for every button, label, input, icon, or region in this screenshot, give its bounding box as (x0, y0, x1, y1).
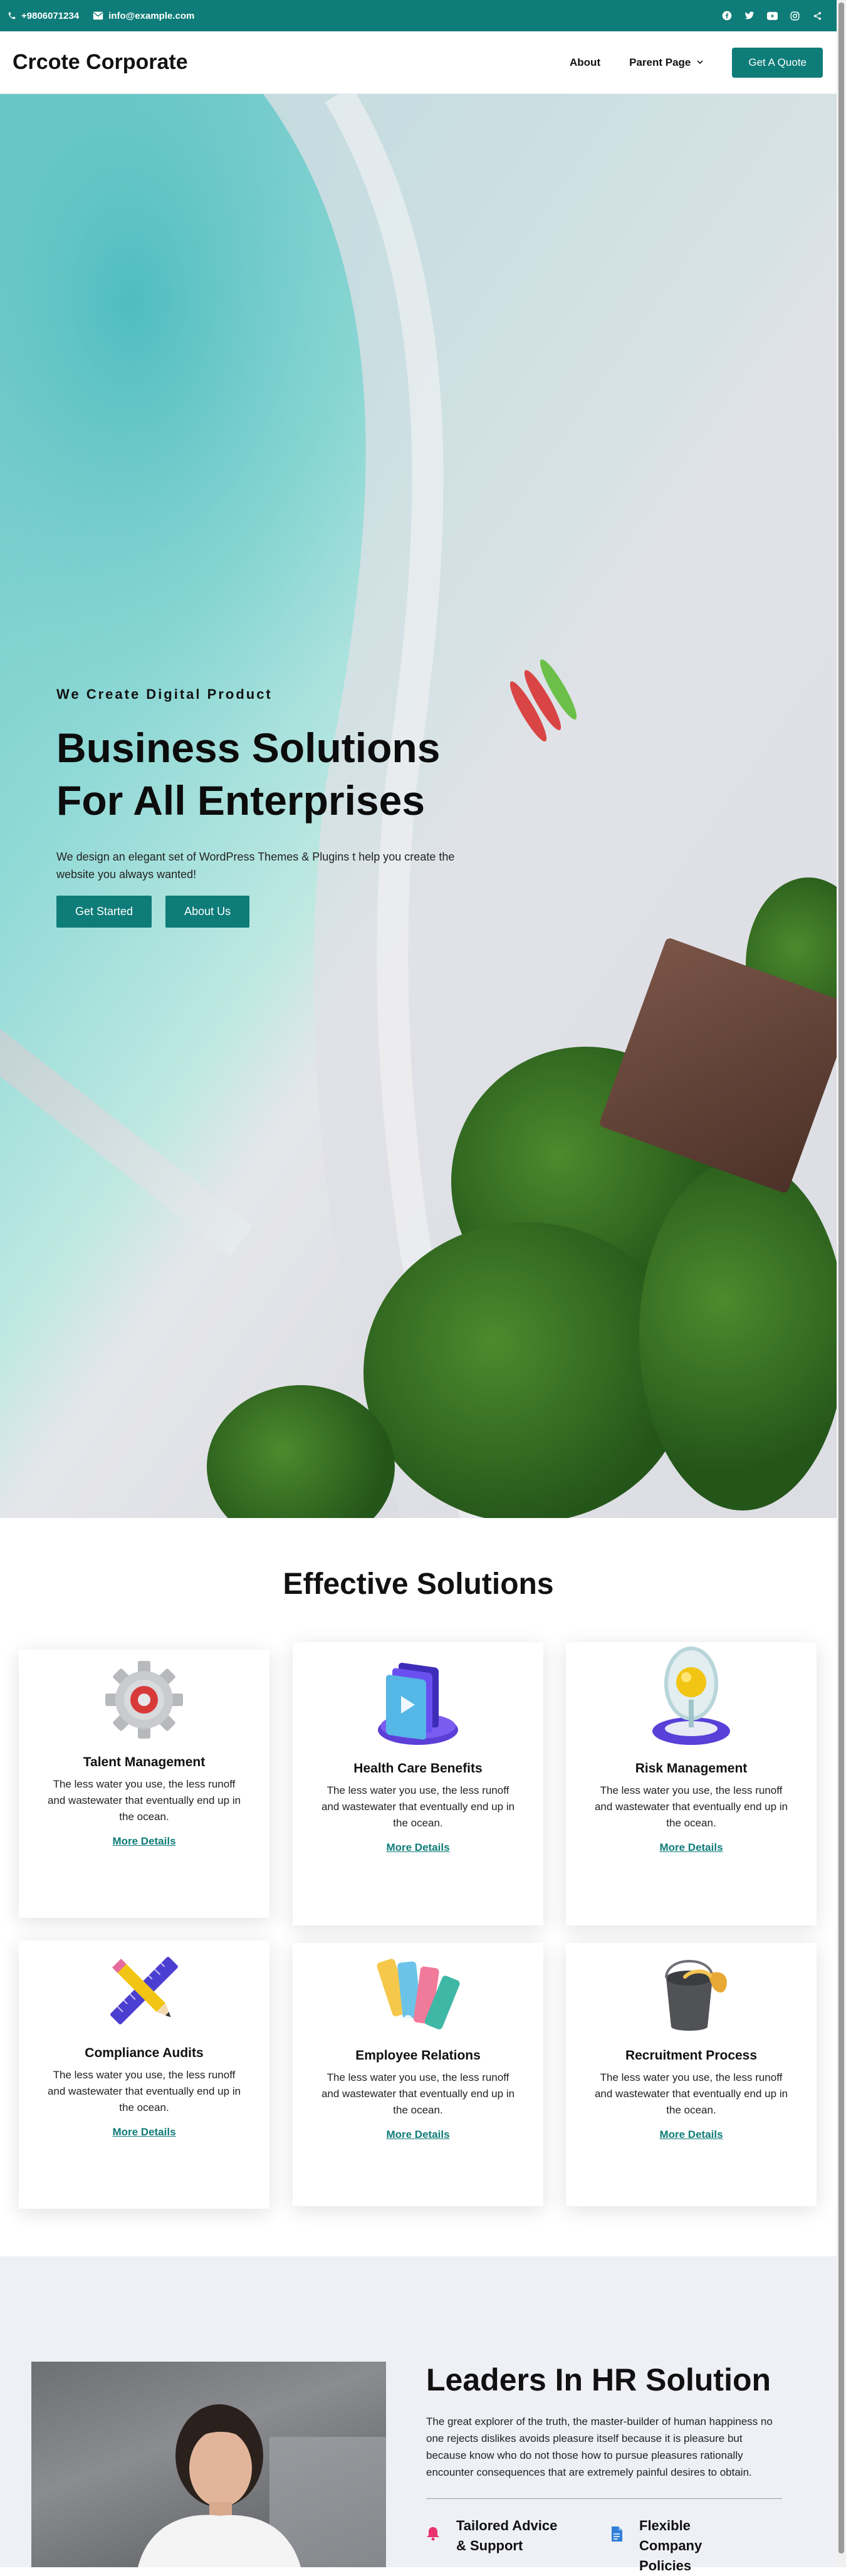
video-stack-icon (318, 1642, 518, 1750)
solution-card: Employee Relations The less water you us… (293, 1943, 543, 2206)
nav-item-label: Parent Page (629, 56, 691, 68)
mail-icon (93, 11, 103, 20)
bell-icon (426, 2516, 440, 2556)
section-text: The great explorer of the truth, the mas… (426, 2416, 773, 2478)
page-scrollbar[interactable] (837, 0, 846, 2567)
card-title: Employee Relations (355, 2048, 481, 2063)
nav-item-parent-page[interactable]: Parent Page (629, 56, 703, 69)
card-title: Compliance Audits (85, 2046, 204, 2060)
hero-title: Business Solutions For All Enterprises (56, 721, 508, 827)
email-item[interactable]: info@example.com (93, 11, 194, 21)
solution-card: Talent Management The less water you use… (19, 1650, 269, 1918)
card-title: Risk Management (635, 1761, 748, 1776)
color-swatch-icon (318, 1943, 518, 2037)
more-details-link[interactable]: More Details (659, 1841, 723, 1854)
location-pin-icon (591, 1642, 791, 1750)
solution-card: Health Care Benefits The less water you … (293, 1642, 543, 1925)
hero-content: We Create Digital Product Business Solut… (56, 686, 508, 928)
phone-item[interactable]: +9806071234 (8, 11, 79, 21)
social-links (721, 10, 823, 21)
hero-title-line: For All Enterprises (56, 777, 426, 824)
card-title: Health Care Benefits (353, 1761, 483, 1776)
feature-label: Tailored Advice & Support (456, 2518, 558, 2553)
email-address: info@example.com (108, 10, 195, 21)
phone-number: +9806071234 (21, 10, 80, 21)
site-header: Crcote Corporate About Parent Page Get A… (0, 31, 837, 94)
hero-section: We Create Digital Product Business Solut… (0, 94, 837, 1518)
get-quote-button[interactable]: Get A Quote (732, 47, 823, 78)
hr-section: Leaders In HR Solution The great explore… (0, 2256, 837, 2573)
twitter-icon[interactable] (744, 10, 755, 21)
card-text: The less water you use, the less runoff … (321, 2071, 515, 2116)
card-title: Talent Management (83, 1755, 206, 1769)
more-details-link[interactable]: More Details (112, 2126, 175, 2139)
nav-item-about[interactable]: About (570, 56, 600, 69)
more-details-link[interactable]: More Details (386, 2128, 449, 2141)
card-text: The less water you use, the less runoff … (594, 2071, 788, 2116)
get-started-button[interactable]: Get Started (56, 896, 152, 928)
card-text: The less water you use, the less runoff … (47, 2069, 241, 2113)
divider (426, 2498, 782, 2499)
hero-title-line: Business Solutions (56, 725, 441, 771)
card-title: Recruitment Process (625, 2048, 758, 2063)
hero-eyebrow: We Create Digital Product (56, 686, 273, 702)
more-details-link[interactable]: More Details (659, 2128, 723, 2141)
card-text: The less water you use, the less runoff … (321, 1784, 515, 1829)
team-photo (31, 2362, 386, 2567)
site-logo[interactable]: Crcote Corporate (13, 50, 188, 75)
tree-canopy (363, 1222, 689, 1518)
instagram-icon[interactable] (789, 10, 800, 21)
solution-card: Compliance Audits The less water you use… (19, 1940, 269, 2209)
section-title: Leaders In HR Solution (426, 2362, 771, 2397)
gear-icon (44, 1650, 244, 1744)
pencil-ruler-icon (44, 1940, 244, 2034)
chevron-down-icon (697, 60, 703, 65)
solution-card: Recruitment Process The less water you u… (566, 1943, 817, 2206)
paint-bucket-icon (591, 1943, 791, 2037)
more-details-link[interactable]: More Details (386, 1841, 449, 1854)
card-text: The less water you use, the less runoff … (47, 1778, 241, 1823)
feature-item: Tailored Advice & Support (426, 2516, 583, 2556)
hero-description: We design an elegant set of WordPress Th… (56, 851, 455, 881)
section-title: Effective Solutions (283, 1568, 554, 1601)
hero-buttons: Get Started About Us (56, 896, 508, 928)
contact-info: +9806071234 info@example.com (8, 11, 194, 21)
solution-card: Risk Management The less water you use, … (566, 1642, 817, 1925)
phone-icon (8, 12, 16, 19)
tree-canopy (639, 1160, 837, 1511)
youtube-icon[interactable] (766, 10, 778, 21)
more-details-link[interactable]: More Details (112, 1835, 175, 1848)
card-text: The less water you use, the less runoff … (594, 1784, 788, 1829)
about-us-button[interactable]: About Us (165, 896, 250, 928)
share-icon[interactable] (812, 10, 823, 21)
scrollbar-thumb[interactable] (838, 3, 844, 2553)
top-bar: +9806071234 info@example.com (0, 0, 837, 31)
facebook-icon[interactable] (721, 10, 733, 21)
main-nav: About Parent Page Get A Quote (570, 47, 823, 78)
